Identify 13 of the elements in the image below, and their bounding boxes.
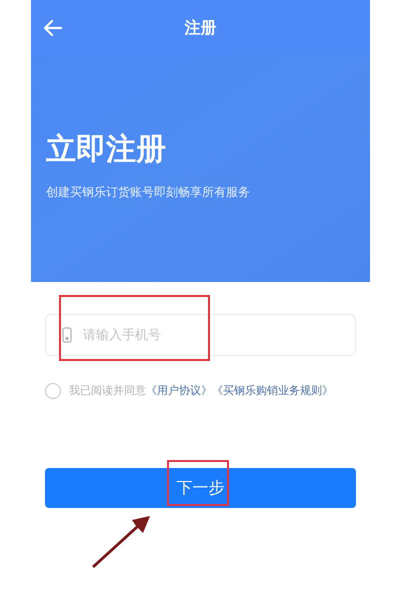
page-title: 注册: [184, 16, 216, 38]
pointer-arrow-drawing: [90, 514, 152, 568]
phone-icon: [62, 327, 72, 343]
agreement-text: 我已阅读并同意《用户协议》《买钢乐购销业务规则》: [69, 383, 333, 399]
phone-input-field[interactable]: 请输入手机号: [45, 314, 356, 356]
agreement-checkbox[interactable]: [45, 383, 61, 399]
hero-title: 立即注册: [46, 135, 166, 165]
hero-subtitle: 创建买钢乐订货账号即刻畅享所有服务: [46, 184, 250, 201]
agreement-link[interactable]: 《用户协议》: [146, 384, 212, 397]
highlight-frame: [167, 460, 229, 506]
next-button[interactable]: 下一步: [45, 468, 356, 508]
agreement-link[interactable]: 《买钢乐购销业务规则》: [212, 384, 333, 397]
back-arrow-icon: [43, 18, 63, 36]
